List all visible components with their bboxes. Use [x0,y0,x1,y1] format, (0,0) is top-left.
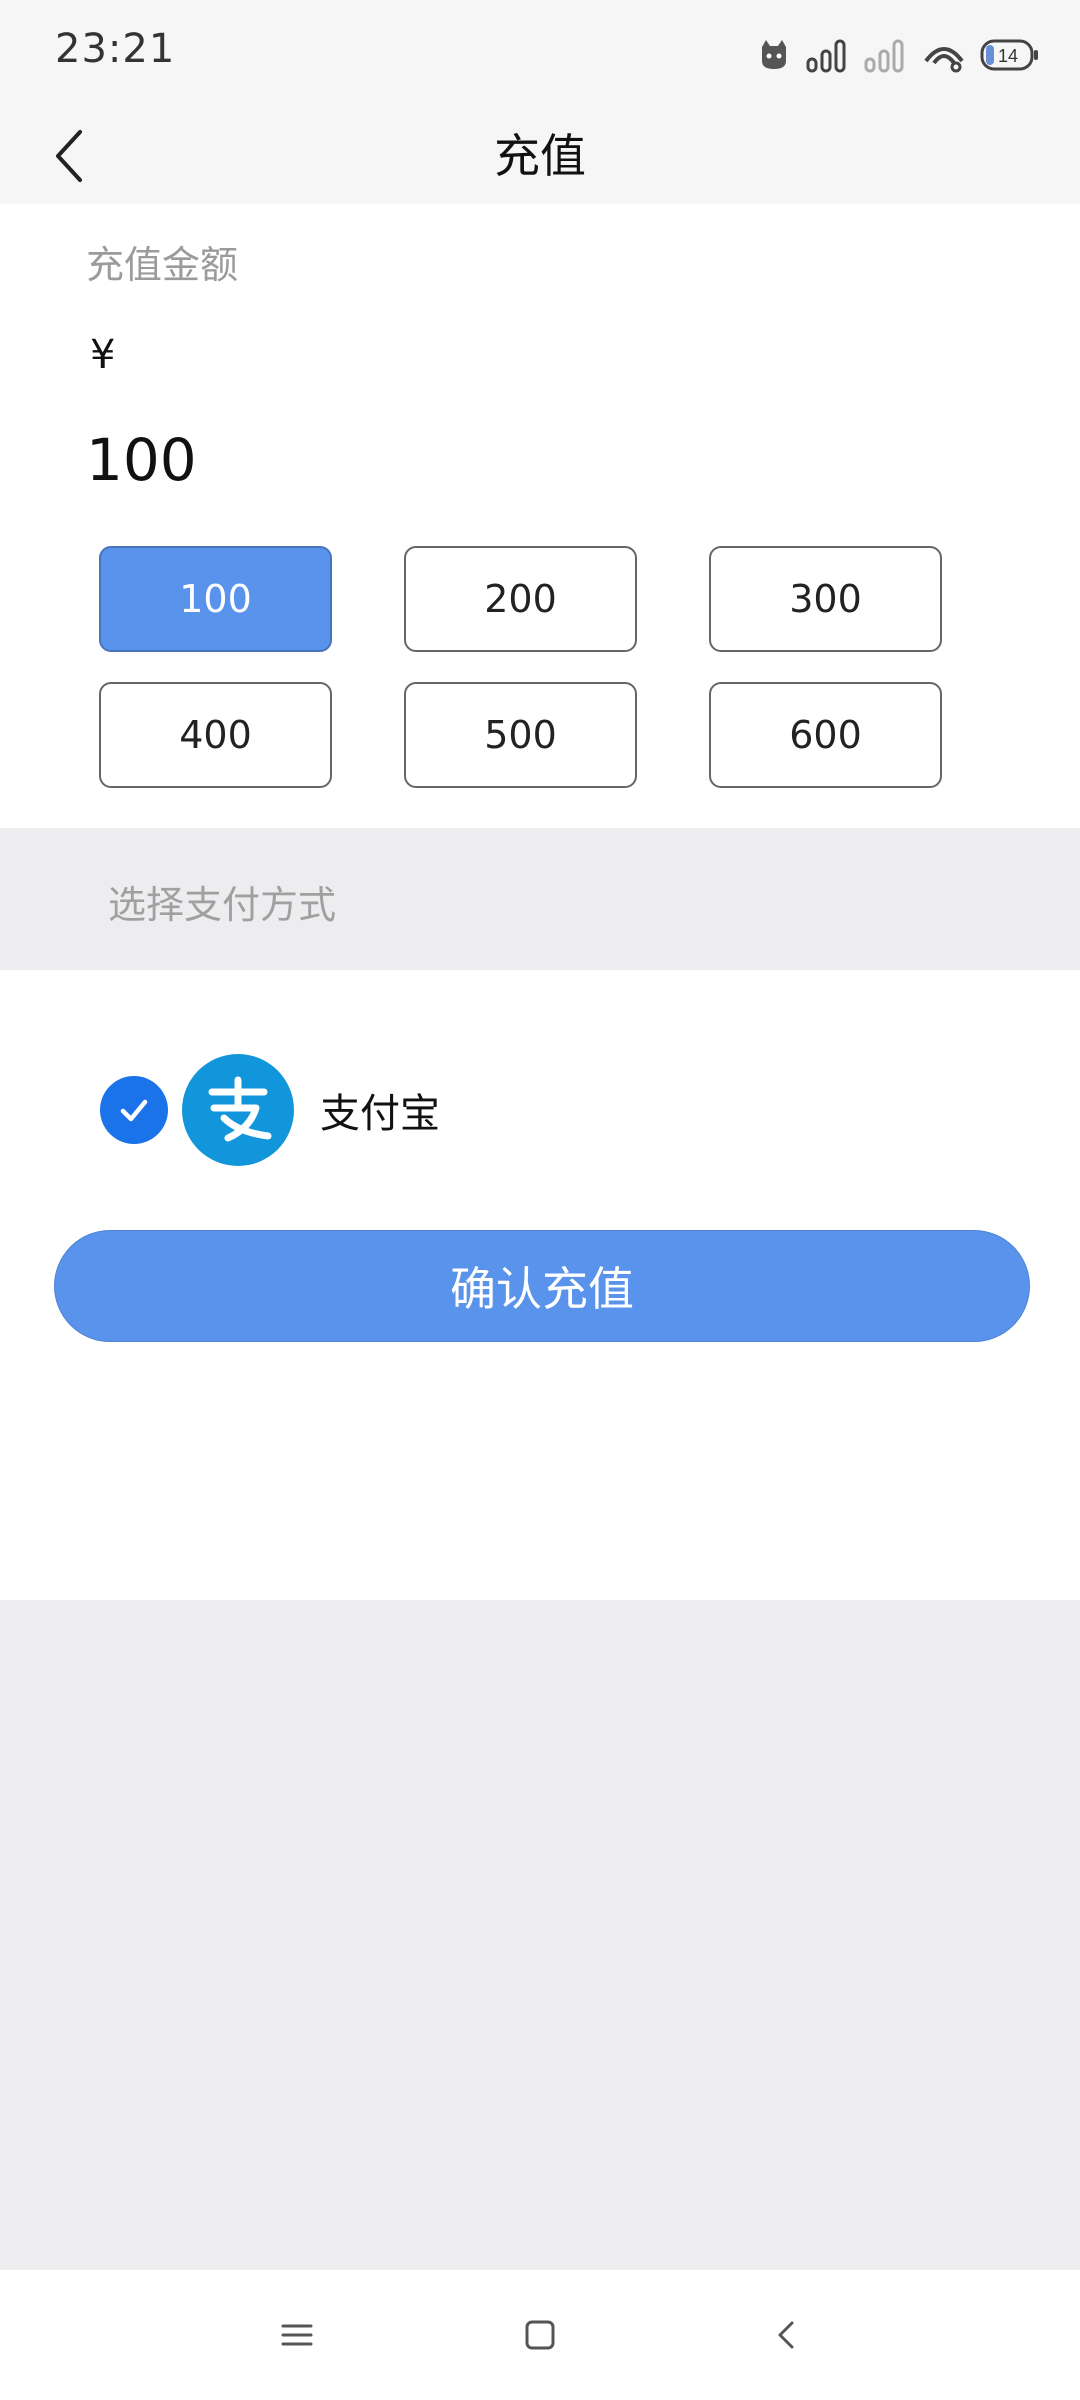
status-bar: 23:21 14 [0,0,1080,108]
back-button[interactable] [30,118,110,194]
amount-option-500[interactable]: 500 [404,682,637,788]
nav-back-button[interactable] [742,2300,832,2370]
amount-options: 100 200 300 400 500 600 [99,546,943,788]
svg-text:14: 14 [998,46,1018,66]
currency-symbol: ¥ [90,332,116,378]
signal-icon [806,39,846,73]
home-button[interactable] [495,2300,585,2370]
check-icon[interactable] [100,1076,168,1144]
payment-method-header: 选择支付方式 [0,828,1080,970]
signal-weak-icon [864,39,904,73]
chevron-left-icon [56,130,82,182]
amount-label: 充值金额 [86,243,239,287]
amount-section: 充值金额 ¥ 100 100 200 300 400 500 600 [0,204,1080,828]
hotspot-icon [924,47,964,73]
home-square-icon [525,2320,555,2350]
back-icon [778,2321,794,2349]
top-bar: 充值 [0,108,1080,204]
amount-option-200[interactable]: 200 [404,546,637,652]
cat-notification-icon [762,40,786,69]
confirm-recharge-button[interactable]: 确认充值 [54,1230,1030,1342]
amount-option-300[interactable]: 300 [709,546,942,652]
payment-method-alipay[interactable]: 支付宝 [100,1050,800,1170]
amount-input[interactable]: 100 [86,426,197,494]
status-time: 23:21 [55,26,176,72]
status-icons: 14 [756,30,1040,80]
battery-icon: 14 [980,39,1038,71]
amount-option-600[interactable]: 600 [709,682,942,788]
amount-option-400[interactable]: 400 [99,682,332,788]
page-title: 充值 [494,129,586,183]
menu-button[interactable] [252,2300,342,2370]
payment-method-name: 支付宝 [320,1091,440,1137]
menu-icon [281,2324,313,2346]
amount-option-100[interactable]: 100 [99,546,332,652]
system-nav-bar [0,2270,1080,2400]
alipay-icon [182,1054,294,1166]
payment-method-label: 选择支付方式 [108,883,337,927]
